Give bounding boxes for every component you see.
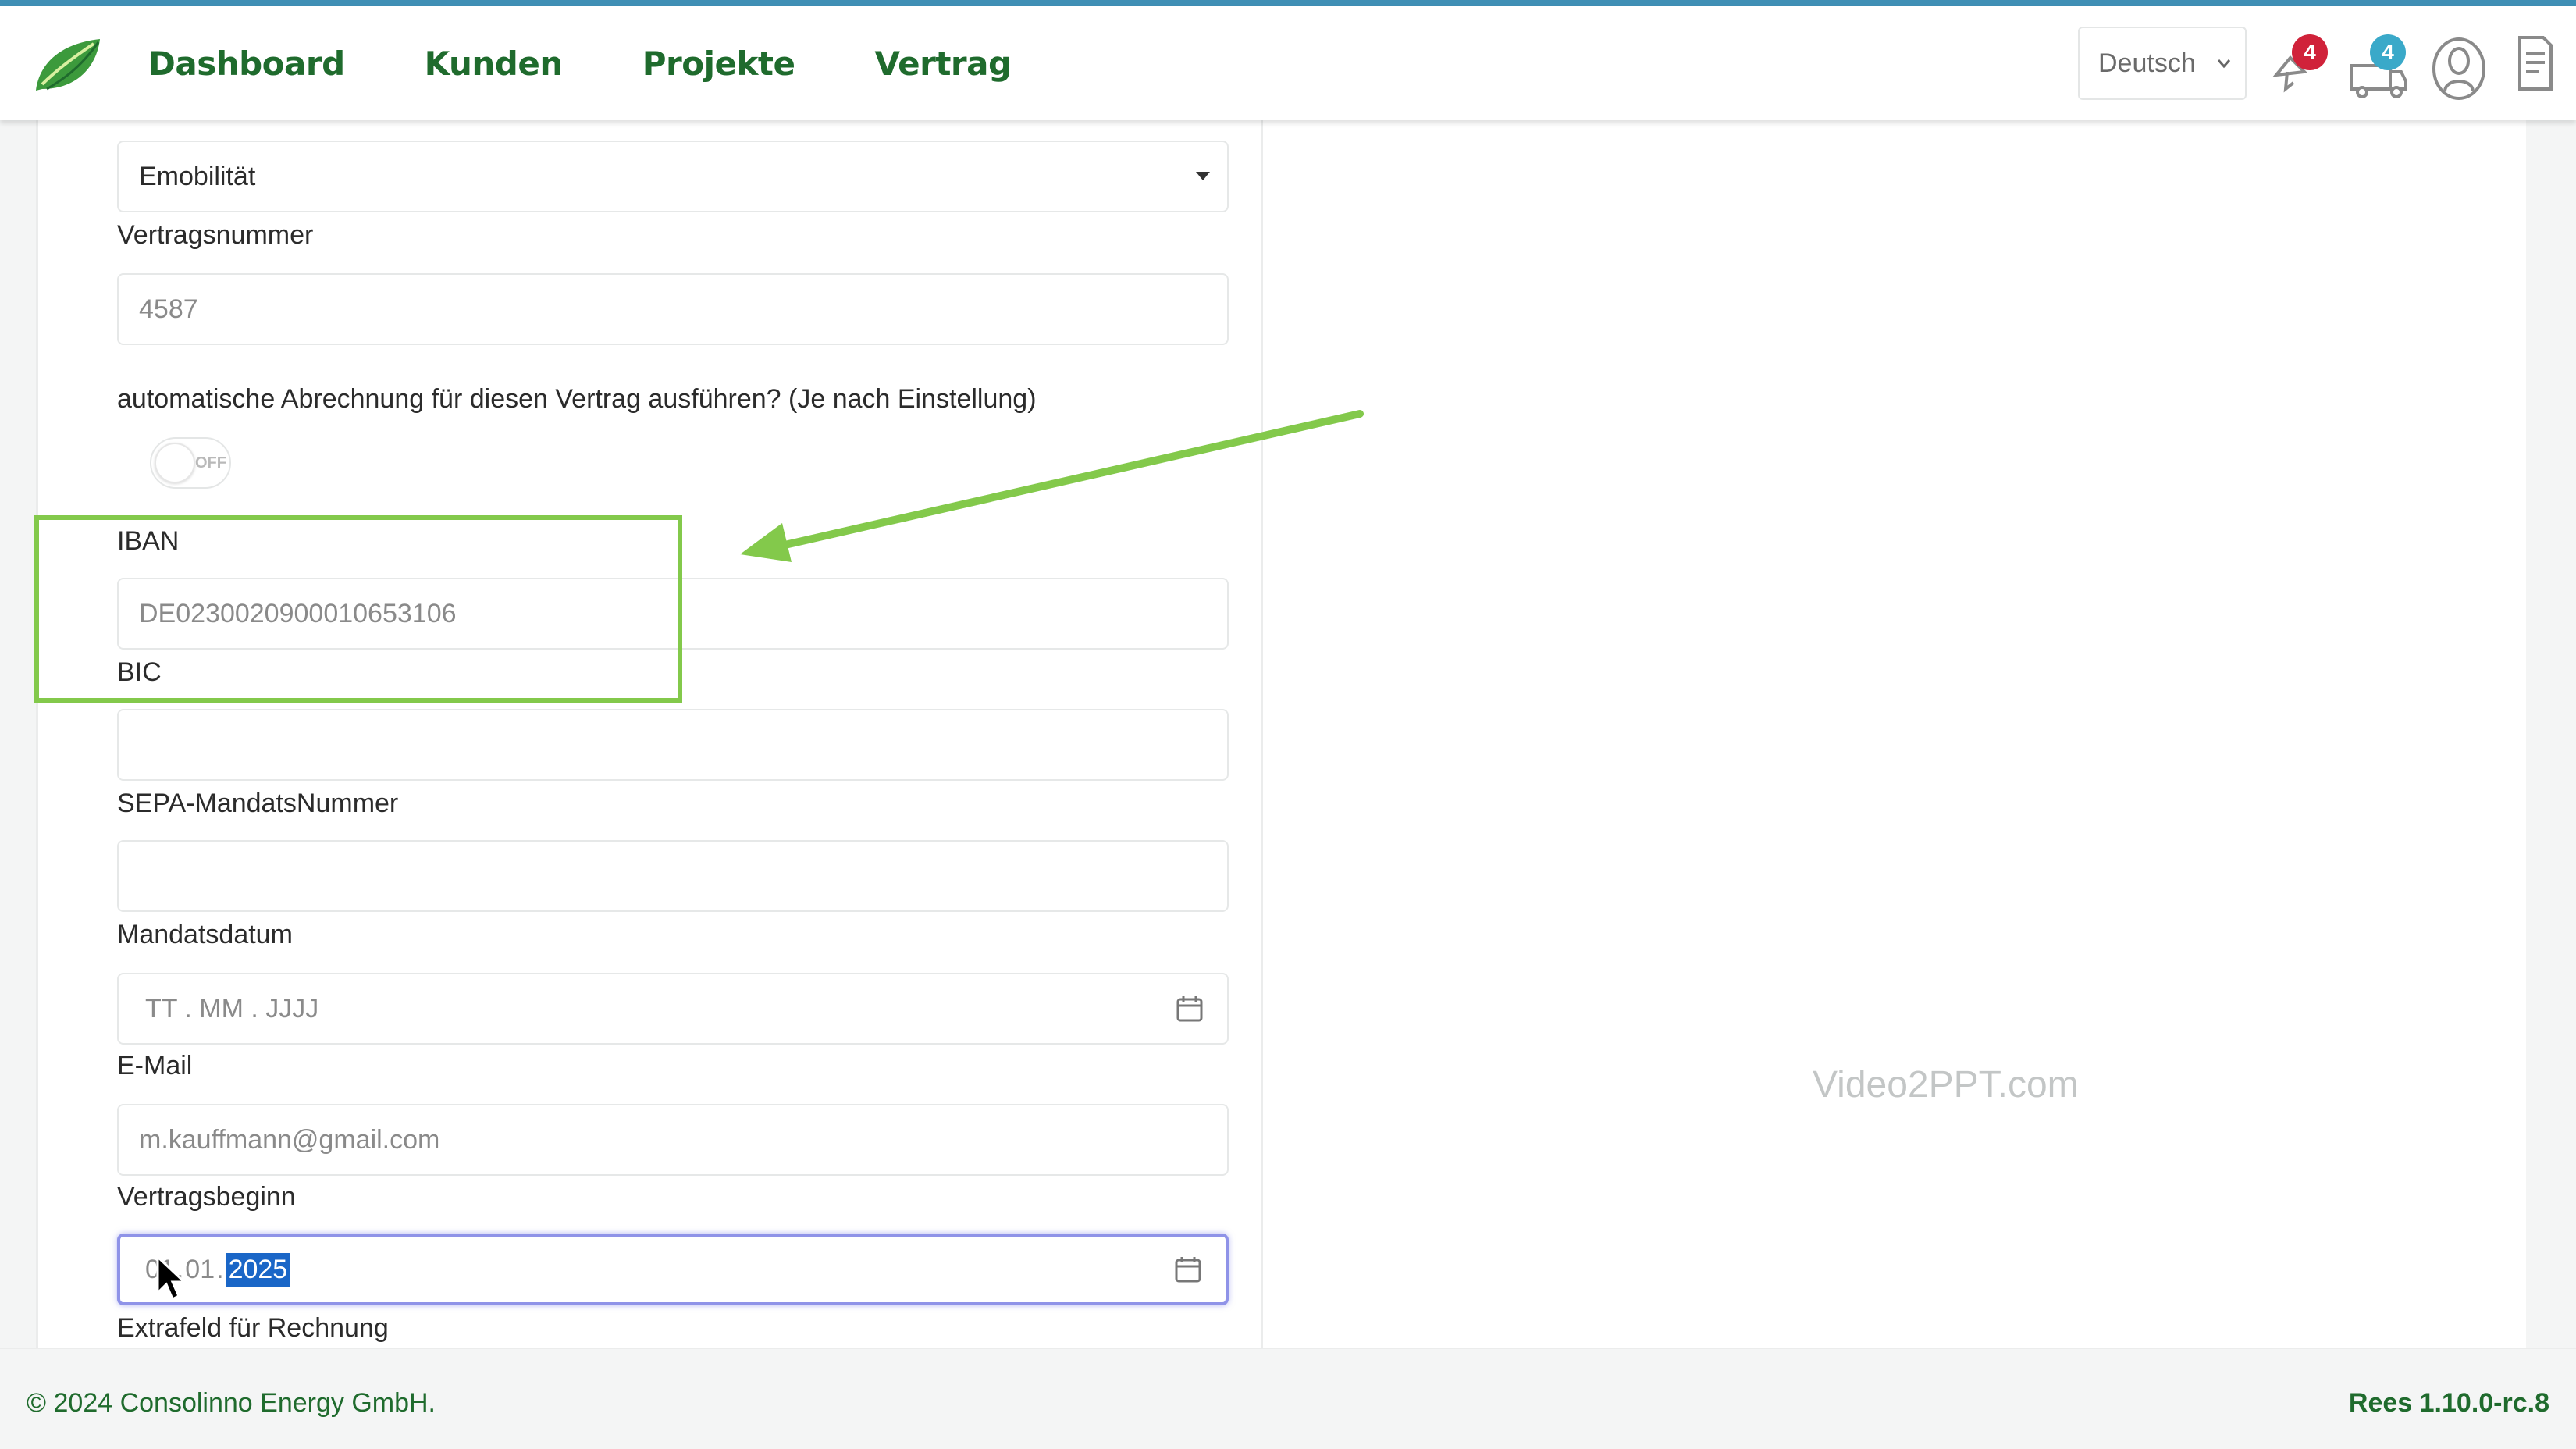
nav-kunden[interactable]: Kunden	[425, 45, 564, 83]
mouse-cursor-icon	[156, 1254, 187, 1301]
nav-dashboard[interactable]: Dashboard	[148, 45, 345, 83]
top-accent-line	[0, 0, 2576, 6]
leaf-logo-icon[interactable]	[31, 34, 103, 97]
toggle-knob	[155, 443, 195, 483]
nav-projekte[interactable]: Projekte	[642, 45, 795, 83]
truck-badge: 4	[2370, 34, 2406, 70]
category-select[interactable]: Emobilität	[117, 141, 1229, 212]
toggle-state-text: OFF	[195, 454, 226, 472]
contract-number-input[interactable]: 4587	[117, 273, 1229, 345]
notifications-button[interactable]: 4	[2270, 34, 2329, 97]
auto-billing-toggle[interactable]: OFF	[150, 437, 231, 489]
copyright-text: © 2024 Consolinno Energy GmbH.	[27, 1388, 436, 1418]
language-select[interactable]: Deutsch	[2078, 27, 2247, 100]
contract-start-input[interactable]: 01 . 01 . 2025	[117, 1234, 1229, 1305]
extra-field-label: Extrafeld für Rechnung	[117, 1313, 389, 1343]
main-nav: Dashboard Kunden Projekte Vertrag	[148, 6, 1091, 120]
app-footer: © 2024 Consolinno Energy GmbH. Rees 1.10…	[0, 1348, 2576, 1449]
category-value: Emobilität	[139, 161, 256, 191]
chevron-down-icon	[2217, 59, 2231, 69]
language-value: Deutsch	[2098, 48, 2196, 78]
sepa-input[interactable]	[117, 840, 1229, 912]
sepa-label: SEPA-MandatsNummer	[117, 789, 399, 818]
contract-number-label: Vertragsnummer	[117, 220, 314, 250]
contract-start-month: 01	[185, 1254, 215, 1284]
contract-number-value: 4587	[139, 294, 198, 324]
calendar-icon[interactable]	[1176, 995, 1204, 1023]
mandate-date-input[interactable]: TT . MM . JJJJ	[117, 973, 1229, 1045]
contract-start-year: 2025	[225, 1252, 291, 1287]
version-text: Rees 1.10.0-rc.8	[2348, 1388, 2549, 1418]
email-value: m.kauffmann@gmail.com	[139, 1124, 440, 1155]
date-separator: .	[216, 1254, 224, 1284]
nav-vertrag[interactable]: Vertrag	[874, 45, 1012, 83]
document-icon[interactable]	[2515, 34, 2556, 94]
mandate-date-placeholder: TT . MM . JJJJ	[145, 993, 319, 1024]
calendar-icon[interactable]	[1174, 1255, 1202, 1283]
bic-input[interactable]	[117, 709, 1229, 781]
app-header: Dashboard Kunden Projekte Vertrag Deutsc…	[0, 6, 2576, 120]
contract-start-label: Vertragsbeginn	[117, 1182, 296, 1212]
email-label: E-Mail	[117, 1051, 193, 1081]
notification-badge: 4	[2292, 34, 2328, 70]
user-profile-icon[interactable]	[2429, 34, 2489, 101]
annotation-arrow-icon	[740, 410, 1364, 562]
iban-highlight-box	[34, 515, 682, 703]
deliveries-button[interactable]: 4	[2347, 34, 2409, 101]
email-input[interactable]: m.kauffmann@gmail.com	[117, 1104, 1229, 1176]
dropdown-arrow-icon	[1196, 172, 1210, 180]
mandate-date-label: Mandatsdatum	[117, 920, 293, 949]
watermark: Video2PPT.com	[1813, 1064, 2079, 1105]
